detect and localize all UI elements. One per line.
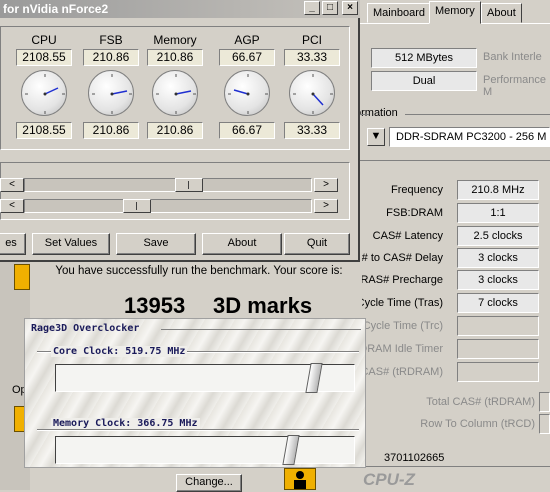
module-select[interactable]: DDR-SDRAM PC3200 - 256 M	[389, 127, 550, 147]
slider1-left-arrow-icon[interactable]: <	[0, 178, 24, 192]
slider1-right-arrow-icon[interactable]: >	[314, 178, 338, 192]
divider	[355, 466, 550, 467]
dropdown-arrow-icon[interactable]: ▼	[367, 128, 385, 146]
score-value: 13953	[124, 293, 186, 318]
slider2-right-arrow-icon[interactable]: >	[314, 199, 338, 213]
pci-header: PCI	[301, 33, 322, 47]
total-cas-label: Total CAS# (tRDRAM)	[426, 396, 535, 408]
memory-size-field: 512 MBytes	[371, 48, 477, 68]
result-message: You have successfully run the benchmark.…	[55, 265, 343, 277]
tab-mainboard[interactable]: Mainboard	[367, 3, 431, 23]
clockgen-window: for nVidia nForce2 _ □ × CPU FSB Memory …	[0, 0, 360, 262]
divider	[355, 160, 550, 161]
frequency-value: 210.8 MHz	[457, 180, 539, 200]
gauge-needle	[25, 74, 65, 114]
memory-clock-slider[interactable]	[55, 435, 355, 465]
gauge-needle	[293, 74, 333, 114]
score-unit: 3D marks	[213, 293, 313, 318]
gauge-needle	[156, 74, 196, 114]
pci-value-2: 33.33	[284, 122, 340, 139]
quit-button[interactable]: Quit	[284, 233, 350, 255]
total-cas-value	[539, 392, 550, 412]
cpu-header: CPU	[31, 33, 57, 47]
core-clock-label: Core Clock: 519.75 MHz	[51, 346, 188, 357]
fsb-value-2: 210.86	[83, 122, 139, 139]
ras-precharge-value: 3 clocks	[457, 270, 539, 290]
divider	[405, 114, 550, 115]
tras-value: 7 clocks	[457, 293, 539, 313]
serial-label: 3701102665	[384, 452, 445, 464]
minimize-button[interactable]: _	[304, 1, 320, 15]
channels-field: Dual	[371, 71, 477, 91]
divider	[161, 329, 361, 330]
memory-clock-thumb[interactable]	[282, 435, 300, 465]
cas-rdram-value	[457, 362, 539, 382]
memory-gauge-icon	[152, 70, 198, 116]
idle-timer-value	[457, 339, 539, 359]
slider1-thumb[interactable]	[175, 178, 203, 192]
slider1-track[interactable]	[24, 178, 312, 192]
divider	[37, 429, 359, 431]
agp-gauge-icon	[224, 70, 270, 116]
agp-value-2: 66.67	[219, 122, 275, 139]
tab-about[interactable]: About	[481, 3, 522, 23]
agp-value: 66.67	[219, 49, 275, 66]
spd-section-label: ormation	[355, 107, 398, 119]
performance-mode-label: Performance M	[483, 74, 546, 98]
fsb-header: FSB	[99, 33, 123, 47]
cpu-value-2: 2108.55	[16, 122, 72, 139]
tab-memory[interactable]: Memory	[429, 1, 481, 24]
trc-value	[457, 316, 539, 336]
maximize-button[interactable]: □	[322, 1, 338, 15]
cpuz-window: Mainboard Memory About 512 MBytes Bank I…	[355, 0, 550, 490]
person-glyph	[294, 471, 306, 489]
fsb-dram-value: 1:1	[457, 203, 539, 223]
memory-header: Memory	[153, 33, 197, 47]
rage3d-overclocker-window: Rage3D Overclocker Core Clock: 519.75 MH…	[24, 318, 366, 468]
pci-value: 33.33	[284, 49, 340, 66]
cpu-value: 2108.55	[16, 49, 72, 66]
cpu-gauge-icon	[21, 70, 67, 116]
person-icon	[284, 468, 316, 490]
window-title: for nVidia nForce2	[3, 2, 109, 16]
thumbnail-icon	[14, 264, 30, 290]
agp-header: AGP	[234, 33, 260, 47]
row-to-col-label: Row To Column (tRCD)	[420, 418, 535, 430]
gauge-needle	[228, 74, 268, 114]
core-clock-slider[interactable]	[55, 363, 355, 393]
gauge-needle	[92, 74, 132, 114]
core-clock-thumb[interactable]	[305, 363, 323, 393]
cpuz-logo: CPU-Z	[363, 470, 415, 489]
fsb-gauge-icon	[88, 70, 134, 116]
row-to-col-value	[539, 414, 550, 434]
ras-to-cas-value: 3 clocks	[457, 248, 539, 268]
fsb-value: 210.86	[83, 49, 139, 66]
save-button[interactable]: Save	[116, 233, 196, 255]
close-button[interactable]: ×	[342, 1, 358, 15]
slider2-thumb[interactable]	[123, 199, 151, 213]
change-button[interactable]: Change...	[176, 474, 242, 492]
slider2-left-arrow-icon[interactable]: <	[0, 199, 24, 213]
bank-interleave-label: Bank Interle	[483, 51, 542, 63]
slider2-track[interactable]	[24, 199, 312, 213]
memory-value-2: 210.86	[147, 122, 203, 139]
memory-value: 210.86	[147, 49, 203, 66]
rage3d-title: Rage3D Overclocker	[31, 323, 140, 334]
set-values-button[interactable]: Set Values	[32, 233, 110, 255]
values-button[interactable]: es	[0, 233, 26, 255]
cas-latency-value: 2.5 clocks	[457, 226, 539, 246]
memory-clock-label: Memory Clock: 366.75 MHz	[51, 418, 200, 429]
pci-gauge-icon	[289, 70, 335, 116]
about-button[interactable]: About	[202, 233, 282, 255]
